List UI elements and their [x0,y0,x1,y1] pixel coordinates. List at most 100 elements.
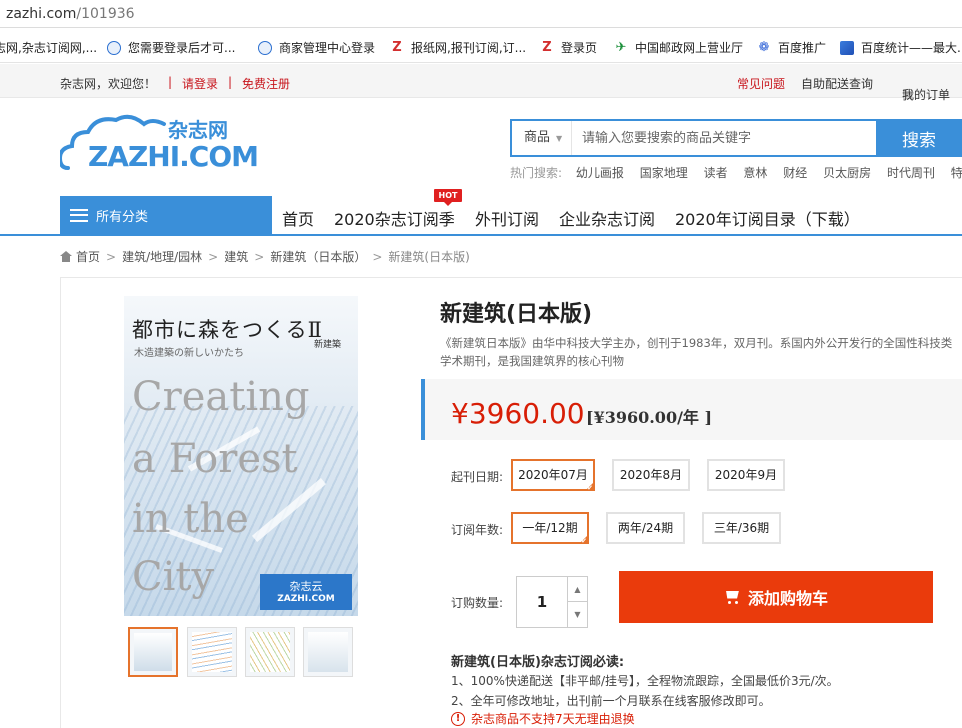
logo-en-text: ZAZHI.COM [88,140,259,173]
zazhi-icon [107,40,121,55]
option-label: 三年/36期 [713,521,770,535]
all-categories-button[interactable]: 所有分类 [60,196,272,234]
separator: | [168,75,173,89]
breadcrumb: 首页 > 建筑/地理/园林 > 建筑 > 新建筑（日本版） > 新建筑(日本版) [60,248,470,265]
faq-link[interactable]: 常见问题 [737,75,785,92]
cover-magazine-name: 新建築 [314,340,342,350]
thumb-image [192,632,232,672]
bookmark-0[interactable]: 志网,杂志订阅网,... [0,39,97,56]
increment-icon[interactable]: ▲ [567,577,587,602]
bookmark-5[interactable]: ✈ 中国邮政网上营业厅 [614,39,743,56]
years-option-2[interactable]: 两年/24期 [606,512,685,544]
option-label: 2020年9月 [714,468,778,482]
login-link[interactable]: 请登录 [182,75,218,92]
hot-keyword[interactable]: 意林 [743,166,767,180]
start-date-label: 起刊日期: [451,470,504,484]
cover-jp-subtitle: 木造建築の新しいかたち [134,348,244,359]
quantity-input[interactable] [517,577,567,627]
search-category-label: 商品 [524,130,551,145]
search-input[interactable] [572,121,876,155]
bookmark-label: 您需要登录后才可... [128,41,236,55]
bookmark-7[interactable]: 百度统计——最大... [840,39,962,56]
breadcrumb-item[interactable]: 新建筑（日本版） [270,248,366,265]
option-label: 2020年07月 [518,468,588,482]
product-description: 《新建筑日本版》由华中科技大学主办，创刊于1983年，双月刊。系国内外公开发行的… [440,336,953,368]
hot-keyword[interactable]: 读者 [704,166,728,180]
warning-text: 杂志商品不支持7天无理由退换 [471,712,635,726]
check-icon: ✔ [581,537,587,545]
thumbnail-4[interactable] [303,627,353,677]
product-cover-image[interactable]: 都市に森をつくるⅡ 木造建築の新しいかたち 新建築 Creating a For… [124,296,358,616]
hot-search-label: 热门搜索: [510,166,563,180]
quantity-stepper: ▲ ▼ [516,576,588,628]
hot-keyword[interactable]: 幼儿画报 [576,166,624,180]
hot-keyword[interactable]: 贝太厨房 [823,166,871,180]
badge-logo: 杂志云 [289,580,323,593]
breadcrumb-item[interactable]: 建筑/地理/园林 [122,248,202,265]
url-text[interactable]: zazhi.com/101936 [6,6,135,22]
hot-keyword[interactable]: 国家地理 [640,166,688,180]
nav-foreign[interactable]: 外刊订阅 [475,206,539,230]
hot-badge: HOT [434,189,462,206]
address-bar[interactable]: zazhi.com/101936 [0,0,962,28]
notice-title: 新建筑(日本版)杂志订阅必读: [451,655,625,670]
hot-keyword[interactable]: 财经 [783,166,807,180]
nav-2020-season[interactable]: 2020杂志订阅季 [334,206,455,230]
delivery-query-link[interactable]: 自助配送查询 [801,75,873,92]
start-option-3[interactable]: 2020年9月 [707,459,785,491]
thumbnail-1[interactable] [128,627,178,677]
notice-line: 2、全年可修改地址，出刊前一个月联系在线客服修改即可。 [451,694,771,708]
search-button[interactable]: 搜索 [876,119,962,157]
bookmark-label: 中国邮政网上营业厅 [635,41,744,55]
z-red-icon: Z [542,39,552,55]
option-label: 两年/24期 [617,521,674,535]
add-to-cart-button[interactable]: 添加购物车 [619,571,933,623]
bookmark-label: 登录页 [561,41,598,55]
home-icon [60,251,72,262]
years-option-1[interactable]: 一年/12期 ✔ [511,512,589,545]
thumb-image [250,632,290,672]
post-icon: ✈ [615,39,627,55]
start-option-2[interactable]: 2020年8月 [612,459,690,491]
bookmark-6[interactable]: ❁ 百度推广 [757,39,826,56]
bookmark-label: 百度推广 [778,41,827,55]
thumbnail-3[interactable] [245,627,295,677]
product-title: 新建筑(日本版) [440,302,593,327]
bookmark-2[interactable]: 商家管理中心登录 [258,39,375,56]
start-option-1[interactable]: 2020年07月 ✔ [511,459,595,492]
url-domain: zazhi.com [6,6,77,22]
zazhi-icon [258,40,272,55]
register-link[interactable]: 免费注册 [242,75,290,92]
quantity-label: 订购数量: [451,596,504,610]
url-path: /101936 [76,6,135,22]
nav-home[interactable]: 首页 [282,206,314,230]
years-label: 订阅年数: [451,523,504,537]
nav-enterprise[interactable]: 企业杂志订阅 [559,206,655,230]
bookmark-3[interactable]: Z 报纸网,报刊订阅,订... [390,39,526,56]
bookmark-label: 志网,杂志订阅网,... [0,41,98,55]
cover-en-line: City [132,554,215,600]
hot-keyword[interactable]: 特别关注 [951,166,962,180]
breadcrumb-item[interactable]: 建筑 [224,248,248,265]
bookmark-4[interactable]: Z 登录页 [540,39,597,56]
exclamation-icon: ! [451,711,465,726]
bookmark-1[interactable]: 您需要登录后才可... [107,39,235,56]
thumbnail-2[interactable] [187,627,237,677]
option-label: 一年/12期 [522,521,578,535]
search-category-select[interactable]: 商品 ▼ [512,121,572,155]
bookmarks-bar: 志网,杂志订阅网,... 您需要登录后才可... 商家管理中心登录 Z 报纸网,报… [0,29,962,63]
add-to-cart-label: 添加购物车 [747,589,828,608]
site-logo[interactable]: 杂志网 ZAZHI.COM [57,112,260,174]
breadcrumb-item[interactable]: 首页 [76,248,100,265]
option-label: 2020年8月 [619,468,683,482]
cover-en-line: in the [132,496,249,542]
hot-search: 热门搜索: 幼儿画报 国家地理 读者 意林 财经 贝太厨房 时代周刊 特别关注 [510,164,962,181]
breadcrumb-sep: > [372,249,383,264]
menu-icon [70,208,88,222]
my-orders-label: 我的订单 [902,88,951,102]
years-option-3[interactable]: 三年/36期 [702,512,781,544]
decrement-icon[interactable]: ▼ [567,602,587,627]
breadcrumb-sep: > [208,249,219,264]
hot-keyword[interactable]: 时代周刊 [887,166,935,180]
nav-catalog[interactable]: 2020年订阅目录（下载） [675,206,860,230]
